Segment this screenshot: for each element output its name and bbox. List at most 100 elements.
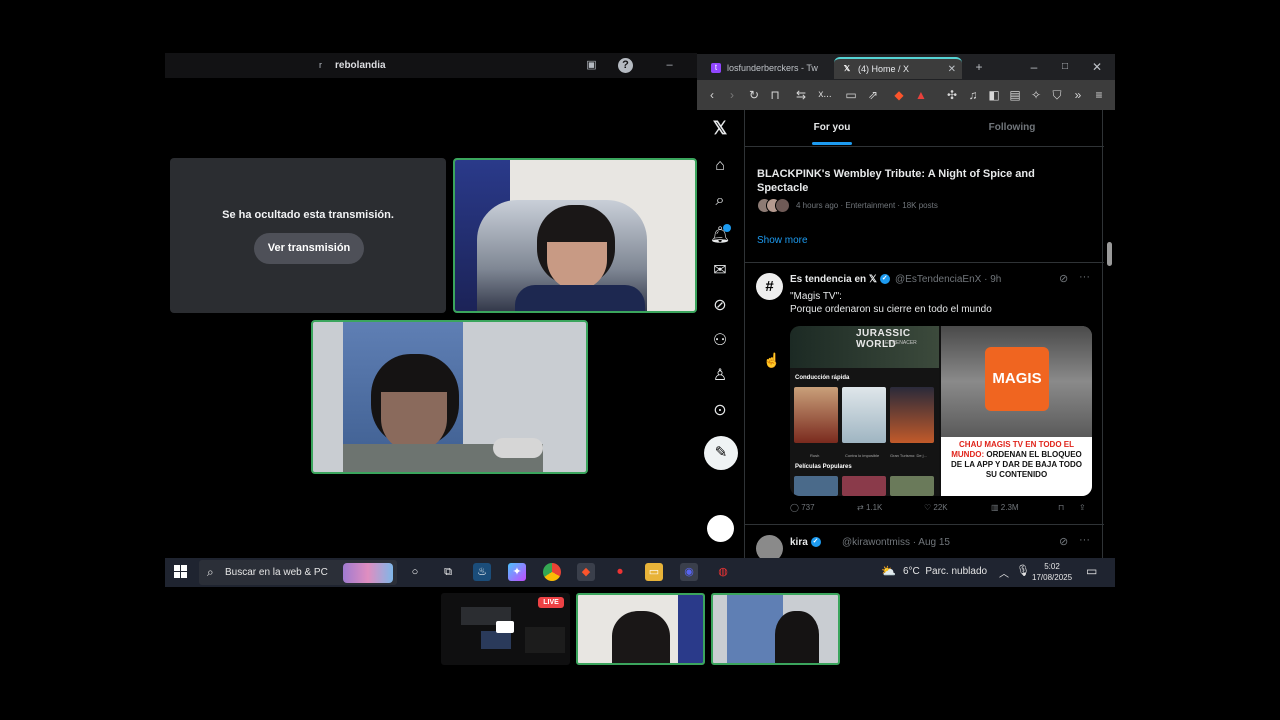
- grok-icon[interactable]: ⊘: [1059, 272, 1068, 285]
- hidden-stream-message: Se ha ocultado esta transmisión.: [222, 209, 394, 221]
- start-button[interactable]: [174, 565, 188, 579]
- post-author-name: Es tendencia en 𝕏: [790, 274, 877, 285]
- post-avatar[interactable]: [756, 535, 783, 558]
- x-logo-icon[interactable]: 𝕏: [709, 117, 731, 139]
- repost-button[interactable]: ⇄ 1.1K: [857, 503, 882, 512]
- view-stream-button[interactable]: Ver transmisión: [254, 233, 364, 264]
- mouse-cursor-icon: ☝: [763, 352, 781, 368]
- notification-badge: [723, 224, 731, 232]
- banner-title: JURASSIC WORLD: [856, 328, 911, 350]
- task-view-icon[interactable]: ⧉: [439, 563, 457, 581]
- webcam-thumbnail-1[interactable]: [576, 593, 705, 665]
- trend-avatars: [757, 198, 791, 213]
- discord-icon[interactable]: ◉: [680, 563, 698, 581]
- x-main-timeline: For you Following BLACKPINK's Wembley Tr…: [744, 110, 1104, 558]
- chrome-icon[interactable]: [543, 563, 561, 581]
- compose-post-button[interactable]: ✎: [704, 436, 738, 470]
- stream-thumbnail[interactable]: LIVE: [441, 593, 570, 665]
- more-tools-icon[interactable]: »: [1070, 87, 1086, 103]
- reload-icon[interactable]: ↻: [746, 87, 762, 103]
- thumb-content: [496, 621, 514, 633]
- back-icon[interactable]: ‹: [704, 87, 720, 103]
- tab-following[interactable]: Following: [925, 110, 1099, 146]
- trend-meta: 4 hours ago · Entertainment · 18K posts: [796, 201, 938, 210]
- inbox-icon[interactable]: ▣: [584, 58, 599, 73]
- close-tab-icon[interactable]: ✕: [948, 64, 956, 75]
- cast-icon[interactable]: ▭: [843, 87, 859, 103]
- grok-icon[interactable]: ⊘: [709, 295, 731, 317]
- tab-twitch[interactable]: t losfunderberckers - Tw: [703, 57, 828, 79]
- menu-icon[interactable]: ≡: [1091, 87, 1107, 103]
- webcam-thumbnail-2[interactable]: [711, 593, 840, 665]
- taskbar-search[interactable]: ⌕ Buscar en la web & PC: [199, 560, 397, 585]
- close-icon[interactable]: ✕: [1089, 59, 1105, 75]
- brave-icon[interactable]: ◆: [577, 563, 595, 581]
- webcam-tile-1[interactable]: [453, 158, 697, 313]
- sidebar-icon[interactable]: ◧: [986, 87, 1002, 103]
- chevron-up-icon[interactable]: ︿: [999, 565, 1009, 580]
- more-icon[interactable]: ⊙: [709, 400, 731, 422]
- microphone-icon[interactable]: 🎙︎: [1016, 564, 1030, 577]
- share-icon[interactable]: ⇗: [865, 87, 881, 103]
- post-author[interactable]: kira ✓: [790, 537, 821, 548]
- communities-icon[interactable]: ⚇: [709, 330, 731, 352]
- search-icon[interactable]: ⌕: [709, 190, 731, 212]
- weather-widget[interactable]: 6°C Parc. nublado: [903, 566, 987, 577]
- site-info-icon[interactable]: ⇆: [793, 87, 809, 103]
- minimize-icon[interactable]: –: [1026, 59, 1042, 75]
- home-icon[interactable]: ⌂: [709, 155, 731, 177]
- leo-icon[interactable]: ✧: [1028, 87, 1044, 103]
- vpn-icon[interactable]: ⛉: [1049, 87, 1065, 103]
- poster-caption: Gran Turismo: De j...: [890, 453, 927, 458]
- magis-logo: MAGIS: [985, 347, 1049, 411]
- post-media[interactable]: JURASSIC WORLD EL RENACER Conducción ráp…: [790, 326, 1092, 496]
- extensions-icon[interactable]: ✣: [944, 87, 960, 103]
- tab-for-you[interactable]: For you: [745, 110, 919, 146]
- reply-button[interactable]: ◯ 737: [790, 503, 815, 512]
- tab-x-home[interactable]: 𝕏 (4) Home / X ✕: [834, 57, 962, 79]
- wallet-icon[interactable]: ▤: [1007, 87, 1023, 103]
- brave-rewards-icon[interactable]: ▲: [913, 87, 929, 103]
- scrollbar[interactable]: [1104, 110, 1115, 558]
- show-more-link[interactable]: Show more: [757, 235, 808, 246]
- taskbar-clock[interactable]: 5:02 17/08/2025: [1032, 561, 1072, 583]
- share-icon[interactable]: ⇪: [1079, 503, 1086, 512]
- windows-logo-icon: [174, 572, 180, 578]
- search-highlight-image: [343, 563, 393, 583]
- media-image-right[interactable]: MAGIS CHAU MAGIS TV EN TODO EL MUNDO: OR…: [941, 326, 1092, 496]
- new-tab-button[interactable]: +: [971, 59, 987, 75]
- cortana-icon[interactable]: ○: [406, 563, 424, 581]
- address-bar[interactable]: x...: [815, 87, 835, 103]
- scrollbar-thumb[interactable]: [1107, 242, 1112, 266]
- file-explorer-icon[interactable]: ▭: [645, 563, 663, 581]
- like-button[interactable]: ♡ 22K: [924, 503, 948, 512]
- copilot-icon[interactable]: ✦: [508, 563, 526, 581]
- messages-icon[interactable]: ✉: [709, 260, 731, 282]
- views-button[interactable]: ▥ 2.3M: [991, 503, 1019, 512]
- post-author[interactable]: Es tendencia en 𝕏 ✓: [790, 274, 890, 285]
- more-options-icon[interactable]: ···: [1079, 534, 1090, 546]
- minimize-icon[interactable]: –: [662, 58, 677, 73]
- profile-icon[interactable]: ♙: [709, 365, 731, 387]
- twitch-icon: t: [711, 63, 721, 73]
- capture-icon[interactable]: ◍: [714, 563, 732, 581]
- obs-record-icon[interactable]: ⏺: [611, 563, 629, 581]
- webcam-tile-2[interactable]: [311, 320, 588, 474]
- server-name: rebolandia: [335, 60, 386, 71]
- post-avatar[interactable]: #: [756, 273, 783, 300]
- grok-icon[interactable]: ⊘: [1059, 535, 1068, 548]
- account-avatar[interactable]: [707, 515, 734, 542]
- weather-icon[interactable]: ⛅: [881, 564, 896, 578]
- help-icon[interactable]: ?: [618, 58, 633, 73]
- media-icon[interactable]: ♫: [965, 87, 981, 103]
- brave-shield-icon[interactable]: ◆: [891, 87, 907, 103]
- notification-center-icon[interactable]: ▭: [1086, 564, 1097, 578]
- forward-icon[interactable]: ›: [724, 87, 740, 103]
- bookmark-icon[interactable]: ⊓: [767, 87, 783, 103]
- trend-title[interactable]: BLACKPINK's Wembley Tribute: A Night of …: [757, 167, 1077, 195]
- media-image-left[interactable]: JURASSIC WORLD EL RENACER Conducción ráp…: [790, 326, 939, 496]
- maximize-icon[interactable]: □: [1057, 59, 1073, 75]
- steam-icon[interactable]: ♨: [473, 563, 491, 581]
- more-options-icon[interactable]: ···: [1079, 271, 1090, 283]
- bookmark-icon[interactable]: ⊓: [1058, 503, 1064, 512]
